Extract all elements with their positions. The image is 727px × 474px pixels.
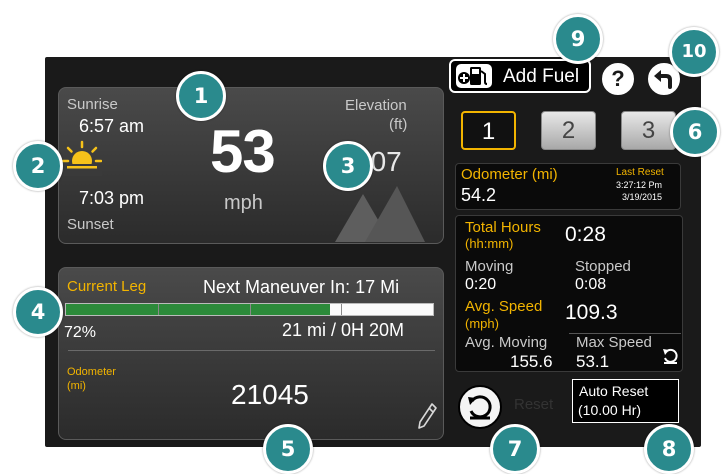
auto-reset-label: Auto Reset	[579, 383, 649, 399]
leg-progress-bar	[65, 303, 434, 316]
callout-badge-2: 2	[13, 141, 63, 191]
help-icon: ?	[611, 66, 625, 91]
auto-reset-interval: (10.00 Hr)	[578, 402, 642, 418]
reset-icon	[468, 395, 492, 420]
last-reset-date: 3/19/2015	[622, 192, 663, 202]
max-speed-value: 53.1	[576, 352, 610, 371]
moving-value: 0:20	[465, 276, 497, 293]
odometer-label: Odometer	[67, 366, 116, 378]
speed-unit: mph	[224, 192, 263, 214]
leg-progress-fill	[66, 304, 331, 315]
sunset-label: Sunset	[67, 216, 114, 233]
trip-1-button[interactable]: 1	[461, 111, 516, 150]
progress-tick	[341, 304, 343, 315]
total-hours-unit: (hh:mm)	[465, 236, 514, 251]
odometer-unit: (mi)	[67, 380, 86, 392]
trip-3-label: 3	[641, 117, 656, 144]
trip-1-label: 1	[481, 118, 496, 145]
trip-2-button[interactable]: 2	[541, 111, 596, 150]
avg-moving-label: Avg. Moving	[465, 334, 548, 351]
avg-speed-unit: (mph)	[465, 316, 499, 331]
help-button[interactable]: ?	[600, 61, 636, 97]
callout-badge-8: 8	[644, 424, 694, 474]
elevation-label: Elevation	[345, 97, 407, 114]
leg-distance-time: 21 mi / 0H 20M	[282, 320, 405, 340]
callout-badge-4: 4	[13, 287, 63, 337]
sun-icon	[62, 140, 102, 176]
add-fuel-button[interactable]: Add Fuel	[449, 59, 591, 93]
callout-badge-3: 3	[323, 141, 373, 191]
avg-speed-label: Avg. Speed	[465, 298, 543, 315]
trip-odometer-value: 54.2	[461, 185, 497, 205]
callout-badge-6: 6	[670, 107, 720, 157]
current-leg-label: Current Leg	[67, 278, 147, 295]
stopped-label: Stopped	[575, 258, 631, 275]
elevation-unit: (ft)	[389, 116, 408, 133]
total-hours-label: Total Hours	[465, 219, 541, 236]
avg-speed-value: 109.3	[565, 301, 618, 324]
callout-badge-7: 7	[490, 424, 540, 474]
fuel-pump-icon	[456, 64, 492, 88]
reset-max-speed-icon[interactable]	[661, 346, 681, 366]
next-maneuver: Next Maneuver In: 17 Mi	[203, 277, 400, 297]
leg-progress-percent: 72%	[64, 324, 97, 341]
sunrise-label: Sunrise	[67, 96, 118, 113]
last-reset-label: Last Reset	[616, 167, 664, 178]
stopped-value: 0:08	[575, 276, 607, 293]
edit-pencil-icon[interactable]	[416, 402, 438, 430]
last-reset-time: 3:27:12 Pm	[616, 180, 663, 190]
divider	[68, 350, 435, 351]
reset-button[interactable]	[458, 385, 502, 429]
auto-reset-button[interactable]: Auto Reset (10.00 Hr)	[572, 379, 679, 423]
add-fuel-label: Add Fuel	[503, 66, 580, 87]
speed-value: 53	[210, 118, 276, 185]
trip-odometer-label: Odometer (mi)	[461, 166, 558, 183]
callout-badge-5: 5	[263, 424, 313, 474]
trip-2-label: 2	[561, 117, 576, 144]
progress-tick	[249, 304, 251, 315]
avg-moving-value: 155.6	[510, 352, 553, 371]
odometer-value: 21045	[231, 379, 309, 410]
sunrise-time: 6:57 am	[79, 116, 145, 136]
callout-badge-1: 1	[176, 71, 226, 121]
total-hours-value: 0:28	[565, 223, 606, 246]
progress-tick	[157, 304, 159, 315]
callout-badge-9: 9	[553, 14, 603, 64]
sunset-time: 7:03 pm	[79, 188, 145, 208]
max-speed-label: Max Speed	[576, 334, 652, 351]
moving-label: Moving	[465, 258, 514, 275]
reset-label: Reset	[514, 396, 554, 413]
callout-badge-10: 10	[669, 27, 719, 77]
trip-3-button[interactable]: 3	[621, 111, 676, 150]
